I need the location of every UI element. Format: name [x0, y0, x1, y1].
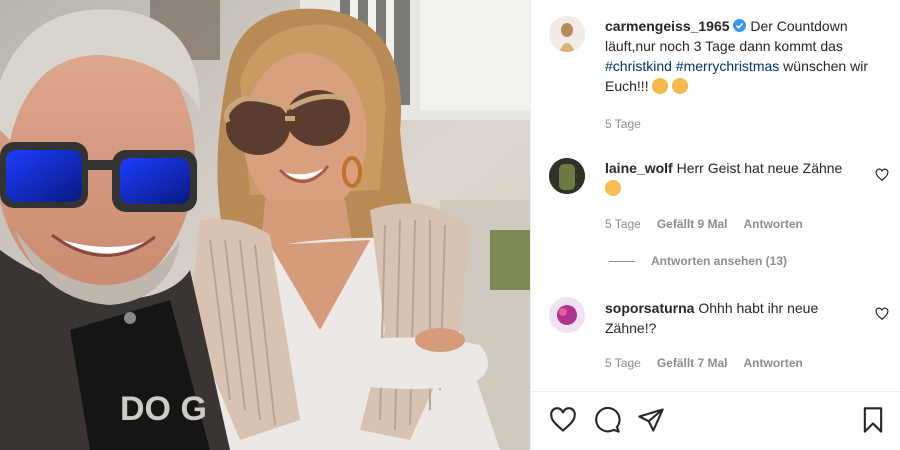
- comment-avatar-laine-wolf[interactable]: [549, 158, 585, 194]
- comment-reply-button[interactable]: Antworten: [744, 217, 803, 231]
- comment-soporsaturna: soporsaturna Ohhh habt ihr neue Zähne!?: [605, 298, 855, 338]
- view-replies[interactable]: Antworten ansehen (13): [609, 254, 787, 268]
- comment-reply-button[interactable]: Antworten: [744, 356, 803, 370]
- comment-text: Herr Geist hat neue Zähne: [672, 160, 843, 176]
- comment-like-heart-icon[interactable]: [875, 307, 889, 321]
- avatar-image-icon: [549, 16, 585, 52]
- comment-like-heart-icon[interactable]: [875, 168, 889, 182]
- comment-time: 5 Tage: [605, 217, 641, 231]
- comment-username[interactable]: soporsaturna: [605, 300, 694, 316]
- bookmark-icon[interactable]: [859, 406, 887, 434]
- avatar-image-icon: [549, 297, 585, 333]
- caption-block: carmengeiss_1965 Der Countdown läuft,nur…: [605, 16, 885, 96]
- hashtag-merrychristmas[interactable]: #merrychristmas: [676, 58, 779, 74]
- instagram-post: DO G carmengeiss_1965 Der Countdown läuf…: [0, 0, 900, 450]
- selfie-illustration: DO G: [0, 0, 530, 450]
- view-replies-label: Antworten ansehen (13): [651, 254, 788, 268]
- action-bar: [531, 391, 900, 450]
- comment-likes[interactable]: Gefällt 7 Mal: [657, 356, 728, 370]
- caption-avatar[interactable]: [549, 16, 585, 52]
- comment-avatar-soporsaturna[interactable]: [549, 297, 585, 333]
- comment-meta: 5 Tage Gefällt 9 Mal Antworten: [605, 217, 803, 231]
- comment-likes[interactable]: Gefällt 9 Mal: [657, 217, 728, 231]
- comment-meta: 5 Tage Gefällt 7 Mal Antworten: [605, 356, 803, 370]
- caption-username[interactable]: carmengeiss_1965: [605, 18, 730, 34]
- comments-panel: carmengeiss_1965 Der Countdown läuft,nur…: [530, 0, 900, 450]
- blushing-face-icon: [652, 78, 669, 94]
- post-photo[interactable]: DO G: [0, 0, 530, 450]
- caption-time-text: 5 Tage: [605, 117, 641, 131]
- comment-icon[interactable]: [593, 406, 621, 434]
- caption-time: 5 Tage: [605, 117, 641, 131]
- svg-text:DO G: DO G: [120, 390, 207, 428]
- share-icon[interactable]: [637, 406, 665, 434]
- astonished-face-icon: [605, 180, 621, 196]
- heart-icon[interactable]: [549, 406, 577, 434]
- verified-badge-icon: [733, 19, 747, 32]
- comment-username[interactable]: laine_wolf: [605, 160, 673, 176]
- view-replies-line: [609, 260, 635, 262]
- avatar-image-icon: [549, 158, 585, 194]
- comment-time: 5 Tage: [605, 356, 641, 370]
- hashtag-christkind[interactable]: #christkind: [605, 58, 672, 74]
- comment-laine-wolf: laine_wolf Herr Geist hat neue Zähne: [605, 158, 855, 198]
- yum-face-icon: [672, 78, 689, 94]
